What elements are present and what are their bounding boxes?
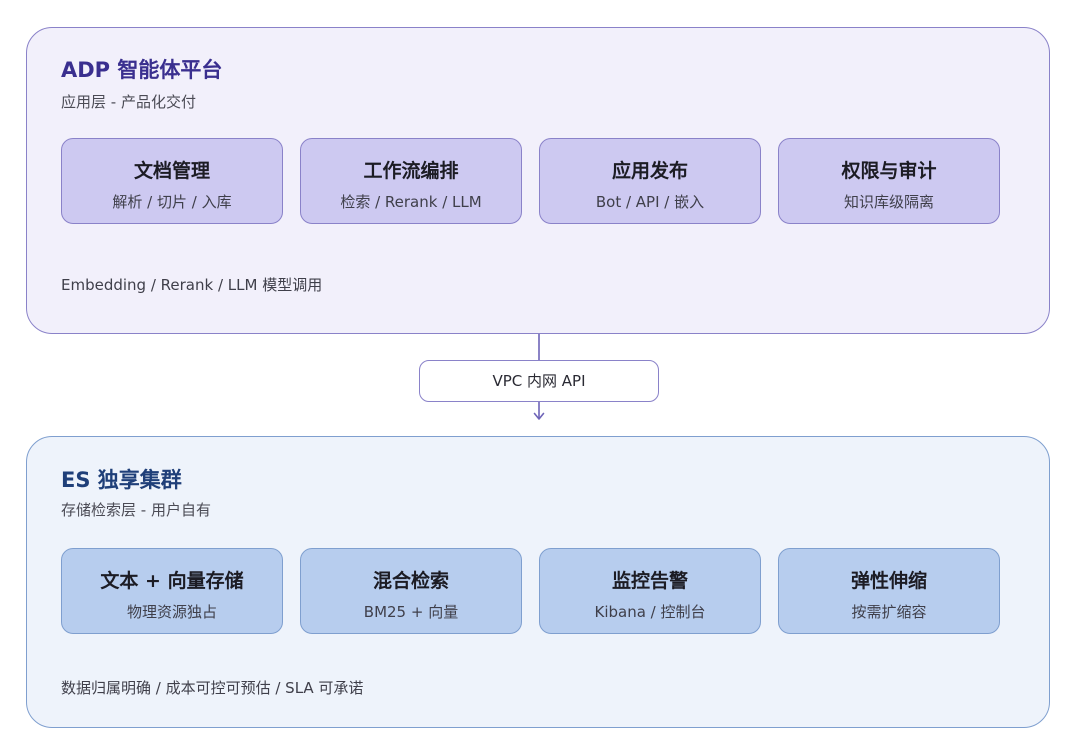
card-hybrid-search: 混合检索 BM25 + 向量 bbox=[300, 548, 522, 634]
card-title: 工作流编排 bbox=[363, 160, 459, 182]
card-subtitle: Kibana / 控制台 bbox=[594, 603, 706, 621]
card-subtitle: 检索 / Rerank / LLM bbox=[340, 193, 482, 211]
card-title: 监控告警 bbox=[611, 570, 688, 592]
card-text-vector-storage: 文本 + 向量存储 物理资源独占 bbox=[61, 548, 283, 634]
es-feature-cards: 文本 + 向量存储 物理资源独占 混合检索 BM25 + 向量 监控告警 Kib… bbox=[61, 548, 1017, 634]
adp-panel-subtitle: 应用层 - 产品化交付 bbox=[61, 93, 196, 111]
es-panel-footer: 数据归属明确 / 成本可控可预估 / SLA 可承诺 bbox=[61, 679, 364, 697]
card-permission-audit: 权限与审计 知识库级隔离 bbox=[778, 138, 1000, 224]
card-elastic-scaling: 弹性伸缩 按需扩缩容 bbox=[778, 548, 1000, 634]
card-subtitle: Bot / API / 嵌入 bbox=[595, 193, 705, 211]
card-title: 文档管理 bbox=[133, 160, 210, 182]
adp-panel-footer: Embedding / Rerank / LLM 模型调用 bbox=[61, 276, 323, 294]
card-app-publishing: 应用发布 Bot / API / 嵌入 bbox=[539, 138, 761, 224]
es-cluster-panel: ES 独享集群 存储检索层 - 用户自有 文本 + 向量存储 物理资源独占 混合… bbox=[26, 436, 1050, 728]
card-workflow-orchestration: 工作流编排 检索 / Rerank / LLM bbox=[300, 138, 522, 224]
adp-platform-panel: ADP 智能体平台 应用层 - 产品化交付 文档管理 解析 / 切片 / 入库 … bbox=[26, 27, 1050, 334]
vpc-link-label: VPC 内网 API bbox=[419, 360, 659, 402]
card-title: 文本 + 向量存储 bbox=[100, 570, 244, 592]
adp-panel-title: ADP 智能体平台 bbox=[61, 58, 223, 82]
card-subtitle: 物理资源独占 bbox=[126, 603, 217, 621]
card-title: 应用发布 bbox=[611, 160, 688, 182]
arrow-down-icon bbox=[533, 412, 545, 420]
card-title: 混合检索 bbox=[372, 570, 449, 592]
card-document-management: 文档管理 解析 / 切片 / 入库 bbox=[61, 138, 283, 224]
card-title: 权限与审计 bbox=[841, 160, 937, 182]
card-title: 弹性伸缩 bbox=[850, 570, 927, 592]
card-subtitle: 按需扩缩容 bbox=[851, 603, 927, 621]
es-panel-subtitle: 存储检索层 - 用户自有 bbox=[61, 501, 211, 519]
card-subtitle: 知识库级隔离 bbox=[843, 193, 934, 211]
es-panel-title: ES 独享集群 bbox=[61, 468, 182, 492]
card-subtitle: 解析 / 切片 / 入库 bbox=[112, 193, 232, 211]
adp-feature-cards: 文档管理 解析 / 切片 / 入库 工作流编排 检索 / Rerank / LL… bbox=[61, 138, 1017, 224]
card-subtitle: BM25 + 向量 bbox=[363, 603, 459, 621]
card-monitoring-alerts: 监控告警 Kibana / 控制台 bbox=[539, 548, 761, 634]
architecture-diagram: ADP 智能体平台 应用层 - 产品化交付 文档管理 解析 / 切片 / 入库 … bbox=[0, 0, 1080, 748]
